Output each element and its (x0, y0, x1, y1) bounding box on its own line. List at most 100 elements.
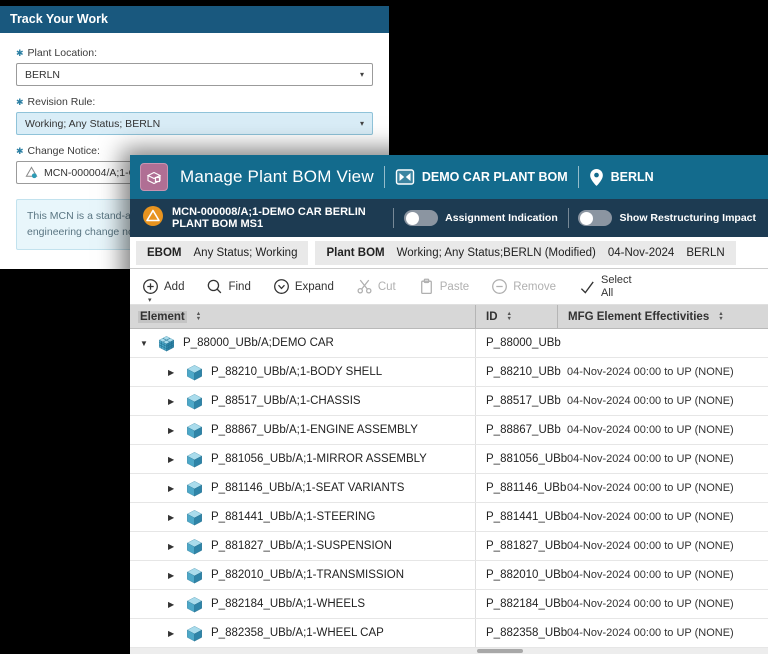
cut-button[interactable]: Cut (356, 278, 396, 295)
chevron-down-icon: ▾ (360, 119, 364, 128)
element-cell: ▶ P_881056_UBb/A;1-MIRROR ASSEMBLY (130, 445, 475, 473)
expand-icon (273, 278, 290, 295)
expand-caret[interactable]: ▶ (168, 426, 178, 435)
table-row[interactable]: ▶ P_88517_UBb/A;1-CHASSIS P_88517_UBb 04… (130, 387, 768, 416)
table-row[interactable]: ▶ P_881056_UBb/A;1-MIRROR ASSEMBLY P_881… (130, 445, 768, 474)
effectivity-cell: 04-Nov-2024 00:00 to UP (NONE) (557, 503, 768, 531)
id-cell: P_88210_UBb (475, 358, 557, 386)
context-bar: MCN-000008/A;1-DEMO CAR BERLIN PLANT BOM… (130, 199, 768, 237)
cube-icon (186, 509, 203, 526)
required-star-icon: ✱ (16, 48, 24, 58)
tab-ebom[interactable]: EBOM Any Status; Working (136, 241, 308, 265)
change-notice-icon (25, 166, 38, 179)
table-row[interactable]: ▶ P_88867_UBb/A;1-ENGINE ASSEMBLY P_8886… (130, 416, 768, 445)
element-cell: ▶ P_881441_UBb/A;1-STEERING (130, 503, 475, 531)
element-label: P_882358_UBb/A;1-WHEEL CAP (211, 627, 384, 639)
show-restructuring-impact-label: Show Restructuring Impact (619, 212, 756, 224)
find-button[interactable]: Find (206, 278, 250, 295)
element-label: P_881827_UBb/A;1-SUSPENSION (211, 540, 392, 552)
expand-caret[interactable]: ▶ (168, 513, 178, 522)
clipboard-icon (418, 278, 435, 295)
expand-caret[interactable]: ▶ (168, 600, 178, 609)
sort-icon[interactable]: ▲▼ (196, 312, 201, 321)
add-button[interactable]: Add ▾ (142, 278, 184, 295)
id-cell: P_882358_UBb (475, 619, 557, 647)
scrollbar-thumb[interactable] (477, 649, 523, 653)
id-cell: P_882010_UBb (475, 561, 557, 589)
expand-button[interactable]: Expand (273, 278, 334, 295)
expand-caret[interactable]: ▶ (168, 629, 178, 638)
tab-plant-bom-status: Working; Any Status;BERLN (Modified) (397, 247, 596, 259)
table-row[interactable]: ▶ P_881827_UBb/A;1-SUSPENSION P_881827_U… (130, 532, 768, 561)
plant-bom-name: DEMO CAR PLANT BOM (422, 170, 568, 184)
plant-location-value: BERLN (25, 69, 60, 81)
element-cell: ▶ P_882010_UBb/A;1-TRANSMISSION (130, 561, 475, 589)
manage-plant-bom-window: Manage Plant BOM View DEMO CAR PLANT BOM… (130, 155, 768, 654)
horizontal-scrollbar[interactable] (130, 648, 768, 654)
expand-caret[interactable]: ▶ (168, 455, 178, 464)
effectivity-cell: 04-Nov-2024 00:00 to UP (NONE) (557, 445, 768, 473)
sort-icon[interactable]: ▲▼ (507, 312, 512, 321)
assignment-indication-toggle[interactable] (404, 210, 438, 226)
table-row[interactable]: ▶ P_882184_UBb/A;1-WHEELS P_882184_UBb 0… (130, 590, 768, 619)
sort-icon[interactable]: ▲▼ (718, 312, 723, 321)
expand-caret[interactable]: ▶ (168, 542, 178, 551)
expand-caret[interactable]: ▼ (140, 339, 150, 348)
table-header: Element ▲▼ ID ▲▼ MFG Element Effectiviti… (130, 305, 768, 329)
id-cell: P_882184_UBb (475, 590, 557, 618)
tab-plant-bom[interactable]: Plant BOM Working; Any Status;BERLN (Mod… (315, 241, 735, 265)
chevron-down-icon: ▾ (360, 70, 364, 79)
tab-plant-bom-label: Plant BOM (326, 247, 384, 259)
id-cell: P_881146_UBb (475, 474, 557, 502)
tab-ebom-label: EBOM (147, 247, 182, 259)
table-row[interactable]: ▶ P_882010_UBb/A;1-TRANSMISSION P_882010… (130, 561, 768, 590)
element-label: P_881441_UBb/A;1-STEERING (211, 511, 375, 523)
element-cell: ▶ P_88867_UBb/A;1-ENGINE ASSEMBLY (130, 416, 475, 444)
revision-rule-select[interactable]: Working; Any Status; BERLN ▾ (16, 112, 373, 135)
column-header-id[interactable]: ID ▲▼ (475, 305, 557, 328)
element-cell: ▶ P_881146_UBb/A;1-SEAT VARIANTS (130, 474, 475, 502)
column-header-effectivities[interactable]: MFG Element Effectivities ▲▼ (557, 305, 768, 328)
expand-caret[interactable]: ▶ (168, 571, 178, 580)
element-label: P_88517_UBb/A;1-CHASSIS (211, 395, 361, 407)
select-all-button[interactable]: Select All (578, 274, 637, 299)
plant-location-label: ✱Plant Location: (16, 47, 373, 59)
id-cell: P_881056_UBb (475, 445, 557, 473)
element-label: P_88000_UBb/A;DEMO CAR (183, 337, 334, 349)
element-label: P_882184_UBb/A;1-WHEELS (211, 598, 365, 610)
chevron-down-icon: ▾ (148, 296, 152, 304)
element-label: P_88210_UBb/A;1-BODY SHELL (211, 366, 382, 378)
effectivity-cell: 04-Nov-2024 00:00 to UP (NONE) (557, 416, 768, 444)
id-cell: P_88000_UBb (475, 329, 557, 357)
assignment-indication-label: Assignment Indication (445, 212, 558, 224)
search-icon (206, 278, 223, 295)
tab-ebom-status: Any Status; Working (194, 247, 298, 259)
tab-plant-bom-plant: BERLN (686, 247, 724, 259)
table-row[interactable]: ▶ P_881441_UBb/A;1-STEERING P_881441_UBb… (130, 503, 768, 532)
expand-caret[interactable]: ▶ (168, 484, 178, 493)
window-header: Manage Plant BOM View DEMO CAR PLANT BOM… (130, 155, 768, 199)
bom-tabs: EBOM Any Status; Working Plant BOM Worki… (130, 237, 768, 269)
expand-caret[interactable]: ▶ (168, 368, 178, 377)
id-cell: P_881827_UBb (475, 532, 557, 560)
plant-location-select[interactable]: BERLN ▾ (16, 63, 373, 86)
element-cell: ▶ P_881827_UBb/A;1-SUSPENSION (130, 532, 475, 560)
table-row[interactable]: ▶ P_88210_UBb/A;1-BODY SHELL P_88210_UBb… (130, 358, 768, 387)
effectivity-cell: 04-Nov-2024 00:00 to UP (NONE) (557, 532, 768, 560)
table-row[interactable]: ▶ P_881146_UBb/A;1-SEAT VARIANTS P_88114… (130, 474, 768, 503)
table-row[interactable]: ▼ P_88000_UBb/A;DEMO CAR P (130, 329, 768, 358)
column-header-element[interactable]: Element ▲▼ (130, 305, 475, 328)
add-icon (142, 278, 159, 295)
expand-caret[interactable]: ▶ (168, 397, 178, 406)
toggle-knob (580, 212, 593, 225)
table-row[interactable]: ▶ P_882358_UBb/A;1-WHEEL CAP P_882358_UB… (130, 619, 768, 648)
id-cell: P_88517_UBb (475, 387, 557, 415)
table-body: ▼ P_88000_UBb/A;DEMO CAR P (130, 329, 768, 648)
effectivity-cell: 04-Nov-2024 00:00 to UP (NONE) (557, 474, 768, 502)
bom-toolbar: Add ▾ Find Expand Cut Paste Remove Selec… (130, 269, 768, 305)
bom-view-icon (395, 167, 415, 187)
paste-button[interactable]: Paste (418, 278, 469, 295)
show-restructuring-impact-toggle[interactable] (578, 210, 612, 226)
remove-button[interactable]: Remove (491, 278, 556, 295)
scissors-icon (356, 278, 373, 295)
